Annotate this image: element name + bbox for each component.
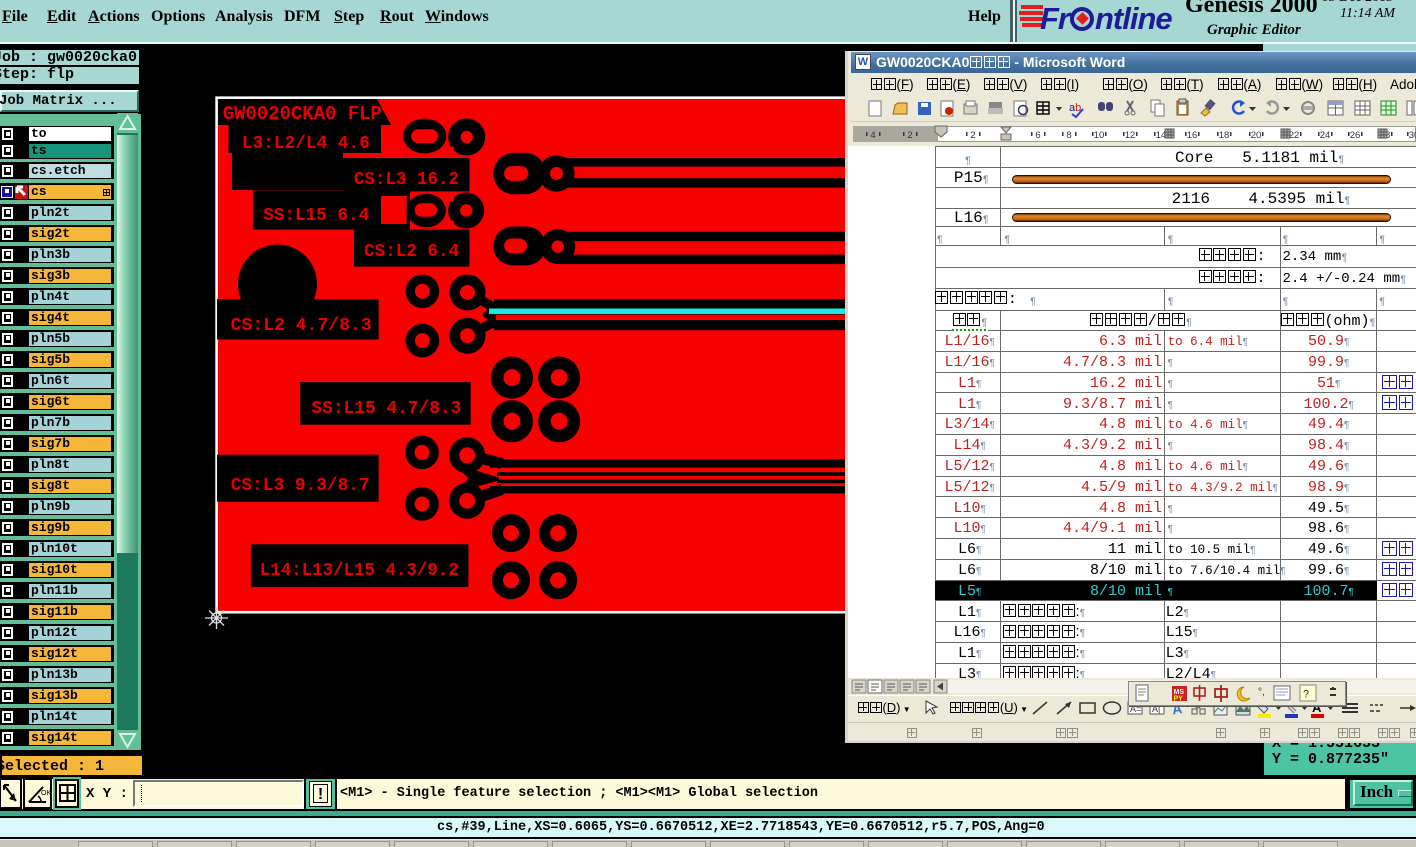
svg-text:4: 4 — [870, 130, 875, 141]
svg-text:L3:L2/L4 4.6: L3:L2/L4 4.6 — [242, 134, 370, 154]
svg-text:?: ? — [1303, 689, 1309, 701]
svg-text:PY: PY — [1174, 696, 1184, 703]
svg-text:°,: °, — [1258, 687, 1265, 698]
svg-text:16: 16 — [1187, 130, 1198, 141]
svg-text:8: 8 — [1066, 130, 1071, 141]
svg-text:24: 24 — [1320, 130, 1331, 141]
svg-text:L14:L13/L15 4.3/9.2: L14:L13/L15 4.3/9.2 — [260, 561, 459, 581]
svg-text:SS:L15 4.7/8.3: SS:L15 4.7/8.3 — [311, 399, 461, 419]
svg-text:GW0020CKA0 FLP: GW0020CKA0 FLP — [223, 103, 382, 125]
svg-text:18: 18 — [1219, 130, 1230, 141]
svg-text:30: 30 — [1409, 130, 1416, 141]
svg-text:2: 2 — [907, 130, 912, 141]
svg-text:20: 20 — [1251, 130, 1262, 141]
svg-text:CS:L3 16.2: CS:L3 16.2 — [354, 170, 459, 190]
svg-text:CS:L2 4.7/8.3: CS:L2 4.7/8.3 — [231, 316, 372, 336]
svg-text:2: 2 — [970, 130, 975, 141]
svg-text:12: 12 — [1125, 130, 1136, 141]
svg-text:CS:L2 6.4: CS:L2 6.4 — [364, 242, 459, 262]
svg-text:OK: OK — [41, 790, 51, 797]
svg-text:10: 10 — [1094, 130, 1105, 141]
svg-text:SS:L15 6.4: SS:L15 6.4 — [263, 206, 369, 226]
svg-text:6: 6 — [1035, 130, 1040, 141]
svg-text:26: 26 — [1350, 130, 1361, 141]
svg-text:CS:L3 9.3/8.7: CS:L3 9.3/8.7 — [231, 476, 370, 496]
